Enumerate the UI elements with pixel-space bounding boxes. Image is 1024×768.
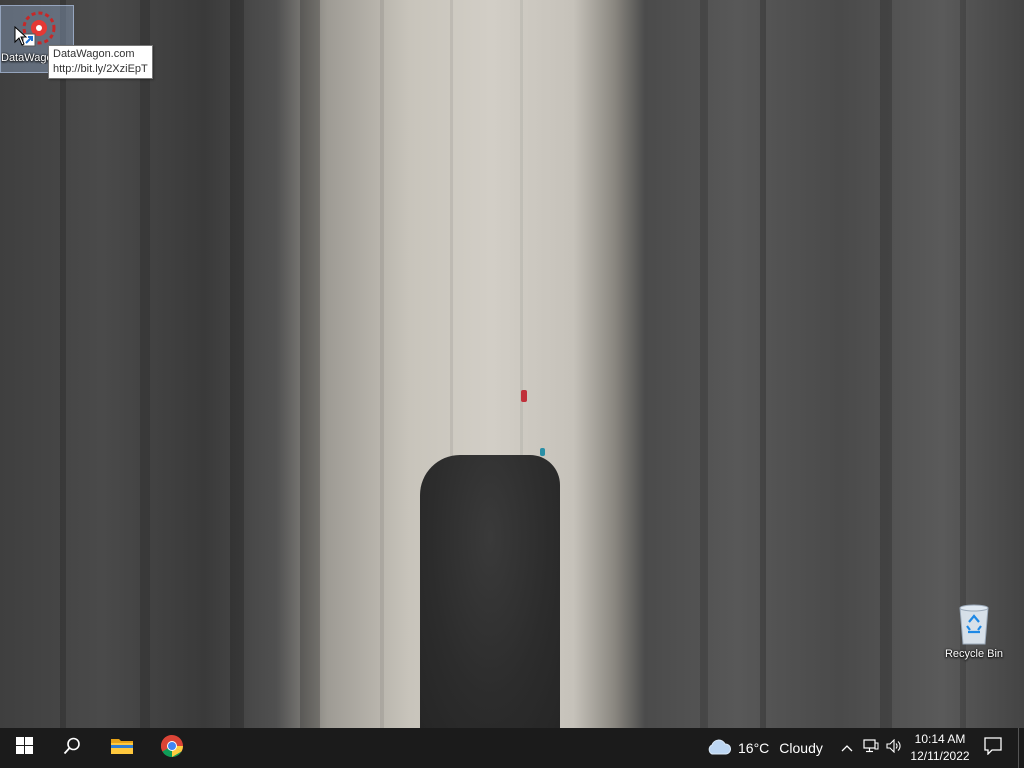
rock-pillar: [420, 455, 560, 728]
windows-logo-icon: [15, 737, 33, 759]
network-button[interactable]: [860, 728, 882, 768]
notification-icon: [984, 736, 1002, 760]
rock-crack: [140, 0, 150, 728]
chrome-button[interactable]: [148, 728, 196, 768]
recycle-bin-icon: [952, 602, 996, 646]
weather-temperature: 16°C: [738, 740, 770, 756]
rock-crack: [230, 0, 244, 728]
rock-crack: [700, 0, 708, 728]
rock-crack: [760, 0, 766, 728]
folder-icon: [110, 736, 134, 761]
search-icon: [63, 737, 81, 760]
taskbar-clock[interactable]: 10:14 AM 12/11/2022: [906, 731, 974, 765]
chevron-up-icon: [841, 739, 853, 757]
tooltip-url: http://bit.ly/2XziEpT: [53, 63, 148, 75]
file-explorer-button[interactable]: [98, 728, 146, 768]
clock-date: 12/11/2022: [910, 749, 970, 763]
show-desktop-button[interactable]: [1018, 728, 1024, 768]
rock-crack: [300, 0, 320, 728]
clock-time: 10:14 AM: [914, 732, 966, 746]
tooltip-title: DataWagon.com: [53, 48, 135, 60]
tooltip: DataWagon.com http://bit.ly/2XziEpT: [48, 45, 153, 79]
climber-figure: [521, 390, 527, 402]
show-hidden-icons-button[interactable]: [836, 728, 858, 768]
search-button[interactable]: [48, 728, 96, 768]
cloud-icon: [706, 738, 732, 759]
weather-widget[interactable]: 16°C Cloudy: [706, 728, 823, 768]
climber-figure: [540, 448, 545, 456]
weather-condition: Cloudy: [779, 740, 823, 756]
rock-crack: [60, 0, 66, 728]
taskbar: 16°C Cloudy 10:14 AM 12/11/2022: [0, 728, 1024, 768]
action-center-button[interactable]: [978, 728, 1008, 768]
chrome-icon: [160, 734, 184, 763]
desktop-wallpaper: DataWagon.com DataWagon.com http://bit.l…: [0, 0, 1024, 728]
rock-crack: [880, 0, 892, 728]
network-icon: [863, 738, 879, 758]
desktop-icon-recycle-bin[interactable]: Recycle Bin: [938, 602, 1010, 660]
mouse-cursor-icon: [14, 25, 28, 51]
desktop-icon-label: Recycle Bin: [944, 648, 1004, 660]
start-button[interactable]: [0, 728, 48, 768]
volume-icon: [886, 738, 902, 758]
rock-crack: [380, 0, 384, 728]
volume-button[interactable]: [883, 728, 905, 768]
